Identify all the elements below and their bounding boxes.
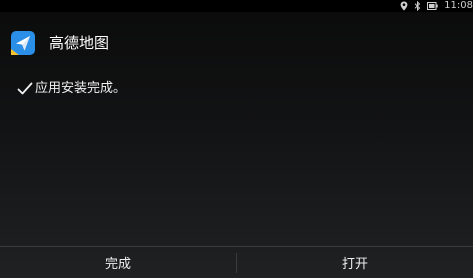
open-button[interactable]: 打开 — [237, 247, 473, 278]
app-name: 高德地图 — [49, 34, 110, 52]
amap-logo-icon — [11, 31, 35, 55]
button-bar: 完成 打开 — [0, 246, 473, 278]
status-bar: 11:08 — [0, 0, 473, 12]
location-icon — [400, 1, 408, 11]
install-message: 应用安装完成。 — [35, 81, 127, 96]
status-time: 11:08 — [444, 0, 473, 11]
status-icons: 11:08 — [400, 0, 473, 12]
battery-icon — [427, 2, 438, 10]
checkmark-icon — [17, 82, 33, 95]
done-button[interactable]: 完成 — [0, 247, 236, 278]
install-status: 应用安装完成。 — [17, 80, 126, 98]
app-header: 高德地图 — [0, 28, 473, 58]
bluetooth-icon — [414, 1, 421, 11]
